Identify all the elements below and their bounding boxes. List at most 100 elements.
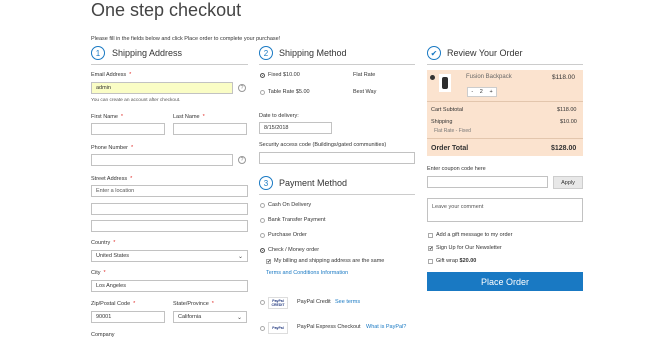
country-label: Country *: [91, 240, 116, 246]
state-label: State/Province *: [173, 301, 214, 307]
city-label: City *: [91, 270, 106, 276]
zip-label: Zip/Postal Code *: [91, 301, 136, 307]
security-code-label: Security access code (Buildings/gated co…: [259, 142, 387, 148]
paypal-credit-label: PayPal Credit: [297, 299, 331, 305]
shipping-note: Flat Rate - Fixed: [434, 128, 471, 134]
shipping-radio-table[interactable]: [260, 90, 265, 95]
qty-minus-button[interactable]: -: [471, 89, 473, 95]
country-value: United States: [96, 253, 130, 259]
zip-field[interactable]: 90001: [91, 311, 165, 323]
shipping-name-table: Best Way: [353, 89, 377, 95]
product-thumbnail: [439, 74, 451, 92]
payment-label-check: Check / Money order: [268, 247, 320, 253]
street-field-1[interactable]: Enter a location: [91, 185, 248, 197]
phone-label: Phone Number *: [91, 145, 134, 151]
review-title: Review Your Order: [447, 48, 523, 58]
divider: [259, 194, 415, 195]
qty-value: 2: [479, 89, 483, 95]
product-name: Fusion Backpack: [466, 74, 512, 80]
help-icon[interactable]: ?: [238, 84, 246, 92]
last-name-field[interactable]: [173, 123, 247, 135]
gift-wrap-label: Gift wrap $20.00: [436, 258, 477, 264]
page-title: One step checkout: [91, 0, 242, 20]
step-3-badge: 3: [259, 176, 273, 190]
payment-radio-po[interactable]: [260, 233, 265, 238]
security-code-field[interactable]: [259, 152, 415, 164]
newsletter-checkbox[interactable]: ✔: [428, 246, 433, 252]
order-summary: Fusion Backpack $118.00 - 2 + Cart Subto…: [427, 70, 583, 156]
divider: [427, 138, 583, 139]
payment-radio-cod[interactable]: [260, 203, 265, 208]
product-price: $118.00: [552, 74, 576, 81]
qty-plus-button[interactable]: +: [489, 89, 492, 95]
state-value: California: [178, 314, 202, 320]
first-name-field[interactable]: [91, 123, 165, 135]
billing-same-label: My billing and shipping address are the …: [274, 258, 385, 264]
place-order-button[interactable]: Place Order: [427, 272, 583, 291]
apply-coupon-button[interactable]: Apply: [553, 176, 583, 189]
shipping-value: $10.00: [560, 119, 577, 125]
payment-radio-bank[interactable]: [260, 218, 265, 223]
payment-radio-paypal-express[interactable]: [260, 326, 265, 331]
divider: [427, 64, 583, 65]
payment-label-cod: Cash On Delivery: [268, 202, 312, 208]
shipping-radio-flat[interactable]: [260, 73, 265, 78]
divider: [91, 64, 248, 65]
payment-label-bank: Bank Transfer Payment: [268, 217, 326, 223]
gift-wrap-checkbox[interactable]: [428, 259, 433, 264]
chevron-down-icon: ⌄: [237, 254, 243, 260]
phone-field[interactable]: [91, 154, 233, 166]
backpack-icon: [442, 77, 448, 89]
help-icon[interactable]: ?: [238, 156, 246, 164]
paypal-credit-logo: PayPal CREDIT: [268, 297, 288, 309]
payment-radio-check[interactable]: [260, 248, 265, 253]
street-label: Street Address *: [91, 176, 133, 182]
state-select[interactable]: California ⌄: [173, 311, 247, 323]
paypal-logo: PayPal: [268, 322, 288, 334]
email-field[interactable]: admin: [91, 82, 233, 94]
page-intro: Please fill in the fields below and clic…: [91, 36, 281, 42]
divider: [427, 101, 583, 102]
order-total-label: Order Total: [431, 145, 469, 152]
last-name-label: Last Name *: [173, 114, 205, 120]
shipping-price-table: Table Rate $5.00: [268, 89, 310, 95]
newsletter-label: Sign Up for Our Newsletter: [436, 245, 502, 251]
review-check-icon: ✔: [427, 46, 441, 60]
qty-stepper[interactable]: - 2 +: [467, 87, 497, 97]
gift-message-checkbox[interactable]: [428, 233, 433, 238]
street-field-2[interactable]: [91, 203, 248, 215]
shipping-method-title: Shipping Method: [279, 48, 347, 58]
subtotal-value: $118.00: [557, 107, 577, 113]
email-label: Email Address *: [91, 72, 132, 78]
first-name-label: First Name *: [91, 114, 124, 120]
what-is-paypal-link[interactable]: What is PayPal?: [366, 324, 406, 330]
billing-same-checkbox[interactable]: ✔: [266, 259, 271, 265]
divider: [259, 64, 415, 65]
street-field-3[interactable]: [91, 220, 248, 232]
see-terms-link[interactable]: See terms: [335, 299, 360, 305]
subtotal-label: Cart Subtotal: [431, 107, 464, 113]
gift-message-label: Add a gift message to my order: [436, 232, 513, 238]
email-note: You can create an account after checkout…: [91, 98, 181, 103]
comment-textarea[interactable]: Leave your comment: [427, 198, 583, 222]
delivery-date-label: Date to delivery:: [259, 113, 299, 119]
remove-item-icon[interactable]: [430, 75, 435, 80]
shipping-address-title: Shipping Address: [112, 48, 183, 58]
chevron-down-icon: ⌄: [236, 315, 242, 321]
company-label: Company: [91, 332, 115, 338]
shipping-label: Shipping: [431, 119, 453, 125]
payment-radio-paypal-credit[interactable]: [260, 300, 265, 305]
country-select[interactable]: United States ⌄: [91, 250, 248, 262]
shipping-name-flat: Flat Rate: [353, 72, 376, 78]
order-total-value: $128.00: [551, 145, 577, 152]
city-field[interactable]: Los Angeles: [91, 280, 248, 292]
payment-label-po: Purchase Order: [268, 232, 307, 238]
coupon-field[interactable]: [427, 176, 548, 188]
shipping-price-flat: Fixed $10.00: [268, 72, 300, 78]
coupon-label: Enter coupon code here: [427, 166, 486, 172]
step-1-badge: 1: [91, 46, 105, 60]
paypal-express-label: PayPal Express Checkout: [297, 324, 361, 330]
step-2-badge: 2: [259, 46, 273, 60]
terms-link[interactable]: Terms and Conditions Information: [266, 270, 348, 276]
delivery-date-field[interactable]: 8/15/2018: [259, 122, 332, 134]
